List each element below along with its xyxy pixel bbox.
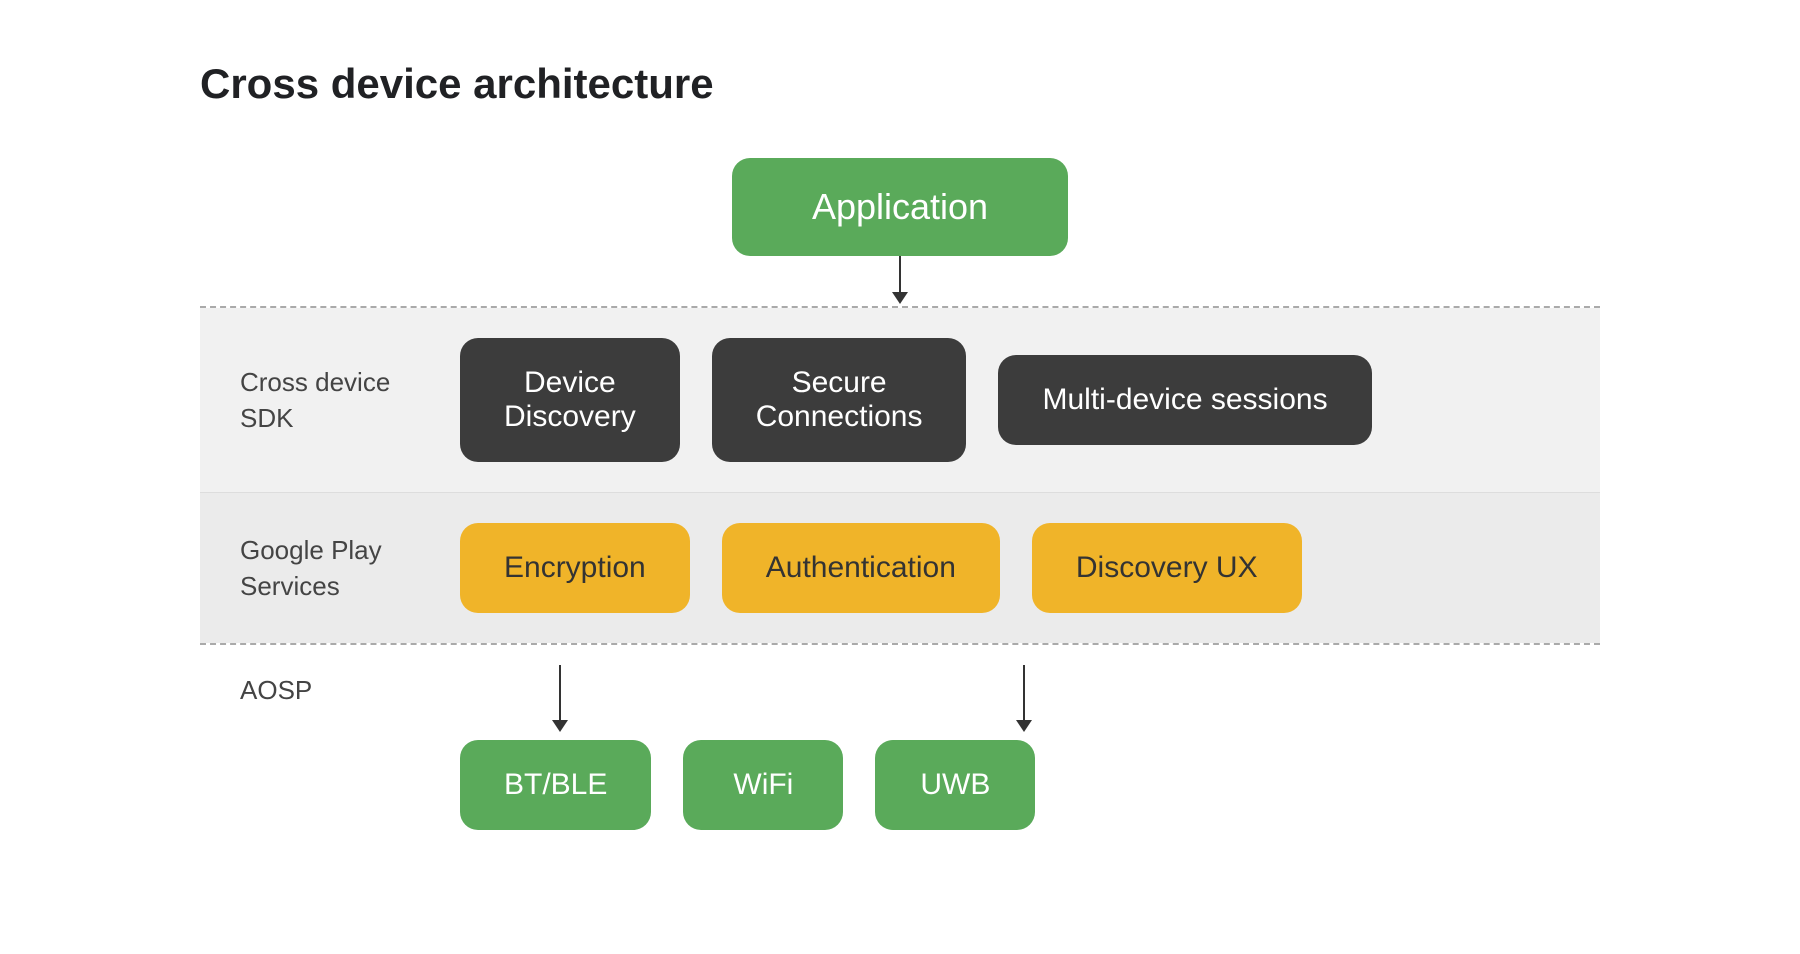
application-row: Application <box>200 158 1600 256</box>
page-title: Cross device architecture <box>200 60 1600 108</box>
bottom-boxes-row: BT/BLE WiFi UWB <box>460 740 1600 830</box>
device-discovery-box: Device Discovery <box>460 338 680 462</box>
right-arrow-col <box>924 665 1124 740</box>
secure-connections-box: Secure Connections <box>712 338 967 462</box>
application-box: Application <box>732 158 1068 256</box>
page-container: Cross device architecture Application Cr… <box>200 60 1600 830</box>
encryption-box: Encryption <box>460 523 690 613</box>
uwb-box: UWB <box>875 740 1035 830</box>
aosp-section: AOSP <box>200 645 1600 830</box>
left-arrow-col <box>460 665 660 740</box>
bt-ble-box: BT/BLE <box>460 740 651 830</box>
diagram: Application Cross device SDK Device Disc… <box>200 158 1600 830</box>
wifi-box: WiFi <box>683 740 843 830</box>
gps-boxes: Encryption Authentication Discovery UX <box>440 523 1600 613</box>
gps-label: Google Play Services <box>200 532 440 605</box>
discovery-ux-box: Discovery UX <box>1032 523 1302 613</box>
sdk-label: Cross device SDK <box>200 364 440 437</box>
aosp-label: AOSP <box>200 665 440 706</box>
sdk-section: Cross device SDK Device Discovery Secure… <box>200 308 1600 492</box>
aosp-right: BT/BLE WiFi UWB <box>440 665 1600 830</box>
app-to-sdk-arrow <box>200 256 1600 306</box>
aosp-arrows-boxes <box>460 665 1600 740</box>
authentication-box: Authentication <box>722 523 1000 613</box>
gps-section: Google Play Services Encryption Authenti… <box>200 492 1600 643</box>
sdk-boxes: Device Discovery Secure Connections Mult… <box>440 338 1600 462</box>
multi-device-sessions-box: Multi-device sessions <box>998 355 1371 445</box>
